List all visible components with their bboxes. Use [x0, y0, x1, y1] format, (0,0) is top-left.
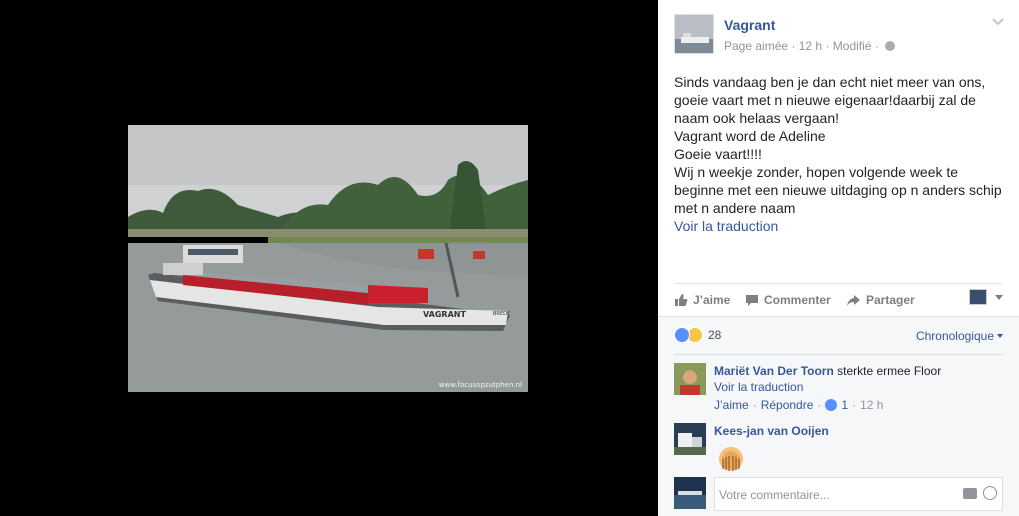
comment-reply-link[interactable]: Répondre [761, 398, 814, 412]
boat-name-text: VAGRANT [423, 310, 466, 319]
post-photo[interactable]: VAGRANT BREDE www.focusopzutphen.nl [128, 125, 528, 392]
like-reaction-icon [825, 399, 838, 411]
camera-icon[interactable] [963, 488, 977, 499]
comment-avatar[interactable] [674, 423, 706, 455]
post-panel: Vagrant Page aimée · 12 h · Modifié · Si… [658, 0, 1019, 516]
comment-author-link[interactable]: Kees-jan van Ooijen [714, 424, 829, 438]
post-line: goeie vaart met n nieuwe eigenaar!daarbi… [674, 92, 976, 108]
comment-timestamp[interactable]: 12 h [860, 398, 883, 412]
comment-avatar[interactable] [674, 363, 706, 395]
like-reaction-icon [674, 327, 690, 343]
post-line: met n andere naam [674, 200, 796, 216]
post-line: Sinds vandaag ben je dan echt niet meer … [674, 74, 986, 90]
post-timestamp[interactable]: 12 h [799, 39, 822, 53]
comment-like-link[interactable]: J’aime [714, 398, 749, 412]
comment-composer: Votre commentaire... [674, 477, 1003, 511]
comment-input[interactable]: Votre commentaire... [714, 477, 1003, 511]
share-arrow-icon [847, 294, 860, 306]
like-label: J’aime [693, 293, 731, 307]
comment-like-count[interactable]: 1 [841, 398, 848, 412]
chevron-down-icon[interactable] [991, 17, 1005, 27]
page-name-link[interactable]: Vagrant [724, 17, 775, 33]
photo-stage: VAGRANT BREDE www.focusopzutphen.nl [0, 0, 658, 516]
post-message: Sinds vandaag ben je dan echt niet meer … [674, 73, 1014, 235]
comment-label: Commenter [764, 293, 831, 307]
post-line: Goeie vaart!!!! [674, 146, 762, 162]
page-liked-label[interactable]: Page aimée [724, 39, 788, 53]
caret-down-icon[interactable] [995, 295, 1003, 300]
comments-section: 28 Chronologique Mariët Van Der Toorn st… [658, 316, 1019, 516]
post-line: naam ook helaas vergaan! [674, 110, 839, 126]
page-avatar[interactable] [674, 14, 714, 54]
comment-text: sterkte ermee Floor [837, 364, 942, 378]
post-meta: Page aimée · 12 h · Modifié · [724, 39, 896, 53]
share-label: Partager [866, 293, 915, 307]
reaction-count: 28 [708, 328, 722, 342]
comment-body: Kees-jan van Ooijen [714, 423, 1003, 476]
divider [674, 283, 1003, 284]
comment-author-link[interactable]: Mariët Van Der Toorn [714, 364, 834, 378]
see-translation-link[interactable]: Voir la traduction [674, 217, 1014, 235]
thumbs-up-icon [675, 294, 688, 306]
actor-avatar[interactable] [969, 289, 987, 305]
comment-meta: J’aime · Répondre · 1 · 12 h [714, 398, 884, 412]
comment-icon [746, 294, 758, 306]
comment-button[interactable]: Commenter [745, 293, 831, 307]
boat-port-text: BREDE [493, 311, 510, 317]
barge-photo-image: VAGRANT BREDE [128, 125, 528, 392]
post-header: Vagrant Page aimée · 12 h · Modifié · [674, 14, 1005, 58]
emoji-icon[interactable] [983, 486, 997, 500]
like-button[interactable]: J’aime [674, 293, 730, 307]
divider [674, 354, 1003, 355]
comment-body: Mariët Van Der Toorn sterkte ermee Floor… [714, 363, 1003, 412]
edited-label[interactable]: Modifié [833, 39, 872, 53]
share-button[interactable]: Partager [846, 293, 915, 307]
comment-translation-link[interactable]: Voir la traduction [714, 379, 1003, 395]
globe-icon[interactable] [885, 41, 896, 51]
post-line: beginne met een nieuwe uitdaging op n an… [674, 182, 1002, 198]
post-line: Wij n weekje zonder, hopen volgende week… [674, 164, 959, 180]
post-actions: J’aime Commenter Partager [674, 287, 1003, 313]
post-line: Vagrant word de Adeline [674, 128, 826, 144]
composer-avatar[interactable] [674, 477, 706, 509]
reactions-summary[interactable]: 28 [674, 327, 721, 343]
photo-watermark: www.focusopzutphen.nl [438, 381, 522, 389]
comment-sort-dropdown[interactable]: Chronologique [916, 329, 1003, 343]
facepalm-sticker-icon [719, 447, 743, 471]
